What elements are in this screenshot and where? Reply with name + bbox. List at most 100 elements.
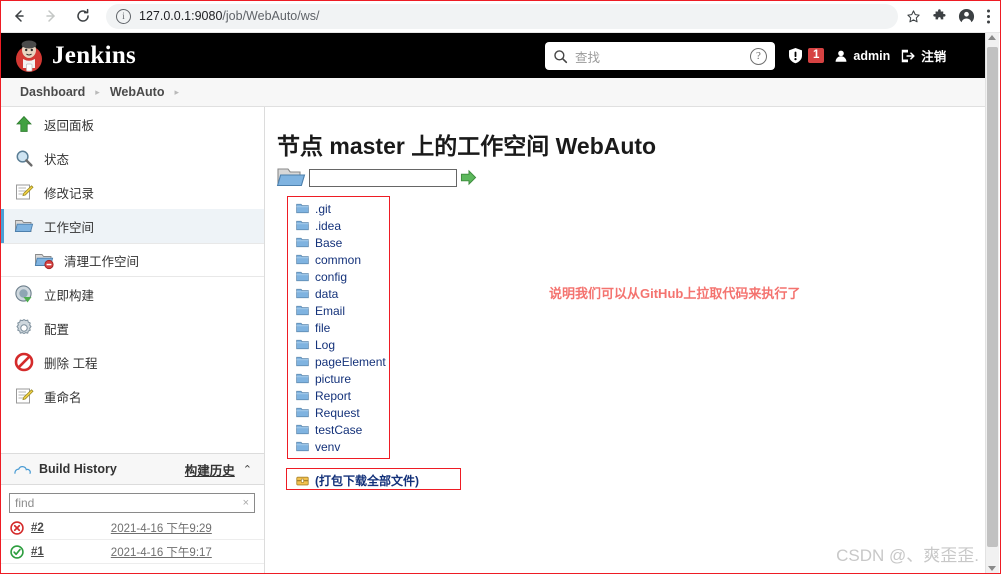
security-warning-count: 1	[808, 48, 825, 63]
file-list-item[interactable]: data	[296, 285, 386, 302]
file-name: common	[315, 252, 362, 267]
search-input[interactable]: 查找	[568, 47, 750, 66]
folder-icon	[296, 305, 309, 316]
build-history-header[interactable]: Build History 构建历史 ⌃	[0, 453, 264, 485]
file-list-item[interactable]: Base	[296, 234, 386, 251]
build-now-icon	[15, 285, 32, 303]
search-box[interactable]: 查找 ?	[545, 42, 775, 70]
sidebar-item-workspace[interactable]: 工作空间	[0, 209, 264, 243]
download-all-as-zip-link[interactable]: (打包下载全部文件)	[296, 472, 419, 489]
page-title: 节点 master 上的工作空间 WebAuto	[277, 133, 657, 159]
site-info-icon[interactable]: i	[116, 8, 131, 24]
file-list-item[interactable]: common	[296, 251, 386, 268]
header-right-actions: 1 admin 注销	[788, 33, 946, 78]
file-name: data	[315, 286, 339, 301]
three-dot-menu-icon[interactable]	[986, 8, 991, 25]
file-list-item[interactable]: Report	[296, 387, 386, 404]
folder-icon	[296, 339, 309, 350]
file-list-item[interactable]: testCase	[296, 421, 386, 438]
back-arrow-icon	[15, 10, 24, 22]
build-history-find-input[interactable]: find ×	[9, 493, 255, 513]
page-scrollbar[interactable]	[985, 33, 999, 574]
build-history-row[interactable]: #2 2021-4-16 下午9:29	[0, 517, 264, 540]
breadcrumb-item-webauto[interactable]: WebAuto	[110, 85, 165, 99]
user-name-label: admin	[853, 48, 891, 63]
edit-document-icon	[16, 184, 34, 200]
sidebar-item-build-now[interactable]: 立即构建	[0, 277, 264, 311]
clear-x-icon[interactable]: ×	[243, 497, 249, 509]
folder-icon	[296, 220, 309, 231]
logout-button[interactable]: 注销	[900, 46, 946, 65]
file-name: Report	[315, 388, 352, 403]
browser-reload-button[interactable]	[70, 3, 96, 29]
chevron-up-icon[interactable]: ⌃	[243, 463, 252, 476]
up-arrow-icon	[16, 115, 32, 132]
build-history-title-zh[interactable]: 构建历史	[185, 460, 235, 479]
file-list-item[interactable]: Request	[296, 404, 386, 421]
sidebar-item-changes[interactable]: 修改记录	[0, 175, 264, 209]
sidebar-item-status[interactable]: 状态	[0, 141, 264, 175]
profile-avatar-icon[interactable]	[958, 8, 975, 25]
breadcrumb: Dashboard ▸ WebAuto ▸	[0, 78, 990, 107]
user-menu[interactable]: admin	[834, 49, 890, 63]
file-name: testCase	[315, 422, 363, 437]
scroll-up-arrow-icon[interactable]	[988, 35, 996, 40]
archive-icon	[296, 476, 309, 485]
folder-icon	[296, 356, 309, 367]
sidebar-item-wipe-workspace[interactable]: 清理工作空间	[0, 243, 264, 277]
sidebar-item-back-to-dashboard[interactable]: 返回面板	[0, 107, 264, 141]
file-list-item[interactable]: file	[296, 319, 386, 336]
puzzle-icon[interactable]	[932, 8, 947, 24]
folder-icon	[296, 390, 309, 401]
file-list-item[interactable]: pageElement	[296, 353, 386, 370]
browser-toolbar: i 127.0.0.1:9080/job/WebAuto/ws/	[0, 0, 1001, 33]
folder-icon	[296, 271, 309, 282]
file-list-item[interactable]: Log	[296, 336, 386, 353]
workspace-path-input[interactable]	[309, 168, 457, 187]
help-icon[interactable]: ?	[750, 47, 767, 65]
security-warnings-link[interactable]: 1	[788, 47, 825, 64]
file-list-item[interactable]: Email	[296, 302, 386, 319]
cloud-icon	[14, 465, 31, 474]
file-name: Request	[315, 405, 360, 420]
file-list-item[interactable]: config	[296, 268, 386, 285]
sidebar-item-delete-project[interactable]: 删除 工程	[0, 345, 264, 379]
folder-icon	[296, 322, 309, 333]
file-name: Base	[315, 235, 343, 250]
build-date-link[interactable]: 2021-4-16 下午9:17	[111, 544, 212, 560]
watermark: CSDN @、爽歪歪.	[836, 546, 979, 565]
star-icon[interactable]	[906, 9, 921, 24]
address-bar[interactable]: i 127.0.0.1:9080/job/WebAuto/ws/	[106, 3, 898, 29]
build-date-link[interactable]: 2021-4-16 下午9:29	[111, 520, 212, 536]
sidebar-item-label: 删除 工程	[44, 356, 98, 371]
file-list-item[interactable]: .idea	[296, 217, 386, 234]
reload-icon	[77, 8, 89, 22]
file-list-item[interactable]: picture	[296, 370, 386, 387]
file-name: pageElement	[315, 354, 386, 369]
breadcrumb-item-dashboard[interactable]: Dashboard	[20, 85, 85, 99]
red-annotation-text: 说明我们可以从GitHub上拉取代码来执行了	[549, 286, 801, 301]
file-name: venv	[315, 439, 341, 454]
sidebar-item-label: 重命名	[44, 390, 82, 405]
folder-icon	[296, 441, 309, 452]
sidebar-item-configure[interactable]: 配置	[0, 311, 264, 345]
file-name: .idea	[315, 218, 342, 233]
browser-forward-button[interactable]	[38, 3, 64, 29]
search-icon	[554, 49, 568, 63]
build-number-link[interactable]: #1	[31, 546, 44, 558]
build-number-link[interactable]: #2	[31, 522, 44, 534]
forward-arrow-icon	[46, 10, 55, 22]
jenkins-logo-link[interactable]: Jenkins	[0, 39, 136, 73]
sidebar-item-rename[interactable]: 重命名	[0, 379, 264, 413]
browser-back-button[interactable]	[6, 3, 32, 29]
file-list-item[interactable]: venv	[296, 438, 386, 455]
browser-actions	[906, 8, 1001, 25]
scroll-down-arrow-icon[interactable]	[988, 566, 996, 571]
file-name: file	[315, 320, 331, 335]
file-name: .git	[315, 201, 332, 216]
scrollbar-thumb[interactable]	[987, 47, 998, 547]
folder-open-icon	[276, 168, 306, 187]
green-arrow-icon[interactable]	[460, 169, 477, 186]
file-list-item[interactable]: .git	[296, 200, 386, 217]
build-history-row[interactable]: #1 2021-4-16 下午9:17	[0, 541, 264, 564]
